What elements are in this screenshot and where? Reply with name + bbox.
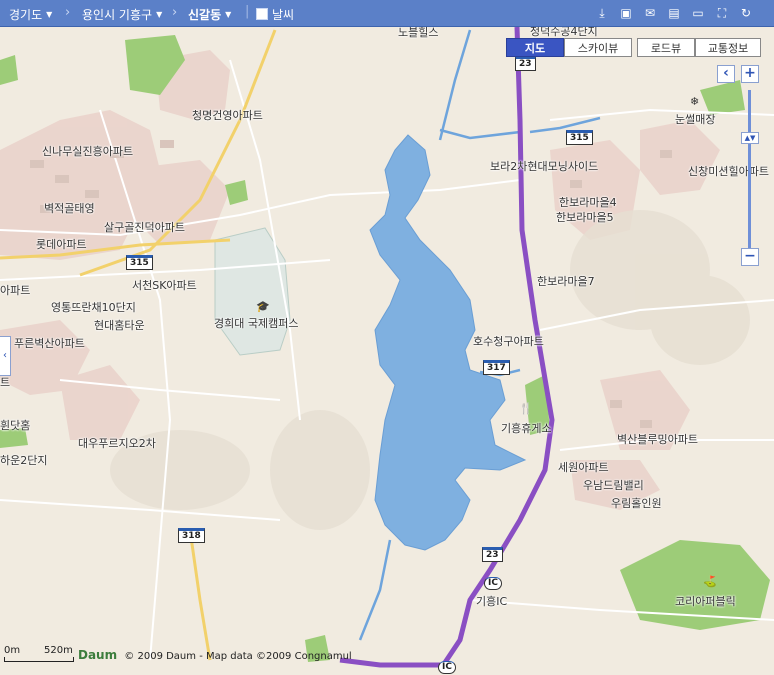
map-canvas[interactable]: 노블힐스 청덕수공4단지 청명건영아파트 신나무실진흥아파트 벽적골태영 살구골… [0, 27, 774, 675]
map-label: 호수청구아파트 [473, 335, 544, 348]
route-shield: 23 [482, 547, 503, 562]
mail-icon[interactable]: ✉ [643, 6, 657, 20]
interchange-icon: IC [438, 661, 456, 674]
ski-icon: ❄ [690, 95, 700, 108]
chevron-left-icon: ‹ [3, 350, 7, 361]
daum-logo[interactable]: Daum [78, 648, 117, 662]
pan-left-icon[interactable]: ‹ [717, 65, 735, 83]
map-label: 살구골진덕아파트 [104, 221, 185, 234]
map-label: 청명건영아파트 [192, 109, 263, 122]
map-label: 보라2차현대모닝사이드 [490, 160, 599, 173]
divider: | [245, 4, 250, 19]
route-shield: 23 [515, 56, 536, 71]
map-graphics [0, 27, 774, 675]
map-label: 서천SK아파트 [132, 279, 197, 292]
map-label: 눈썰매장 [675, 113, 716, 126]
golf-icon: ⛳ [703, 575, 717, 588]
refresh-icon[interactable]: ↻ [739, 6, 753, 20]
breadcrumb-province[interactable]: 경기도 ▼ [9, 6, 52, 23]
map-label: 한보라마을4 [559, 196, 617, 209]
print-icon[interactable]: ▤ [667, 6, 681, 20]
map-label: 세원아파트 [558, 461, 609, 474]
chevron-down-icon: ▼ [46, 10, 53, 19]
map-label: 트 [0, 376, 11, 389]
map-label: 푸른벽산아파트 [14, 337, 85, 350]
map-label: 우남드림밸리 [583, 479, 644, 492]
interchange-icon: IC [484, 577, 502, 590]
map-label: 우림홀인원 [611, 497, 662, 510]
map-label: 하운2단지 [0, 454, 48, 467]
map-label: 롯데아파트 [36, 238, 87, 251]
breadcrumb-city[interactable]: 용인시 기흥구 ▼ [82, 6, 162, 23]
ruler-icon[interactable]: ▭ [691, 6, 705, 20]
map-label: 휜닷홈 [0, 419, 31, 432]
weather-checkbox[interactable] [256, 8, 268, 20]
scale-start: 0m [4, 645, 21, 656]
route-shield: 315 [126, 255, 153, 270]
side-panel-toggle[interactable]: ‹ [0, 336, 11, 376]
weather-label: 날씨 [272, 8, 295, 22]
copyright: Daum © 2009 Daum - Map data ©2009 Congna… [78, 648, 352, 662]
top-bar: 경기도 ▼ › 용인시 기흥구 ▼ › 신갈동 ▼ | 날씨 ⤓ ▣ ✉ ▤ ▭ ⛶ … [0, 0, 774, 27]
map-label: 영통뜨란채10단지 [51, 301, 136, 314]
map-label: 벽산블루밍아파트 [617, 433, 698, 446]
map-label: 노블힐스 [398, 27, 439, 39]
breadcrumb-dong-label: 신갈동 [188, 8, 222, 22]
route-shield: 318 [178, 528, 205, 543]
zoom-slider-track[interactable] [748, 90, 751, 250]
breadcrumb-separator-icon: › [172, 5, 178, 20]
breadcrumb-city-label: 용인시 기흥구 [82, 8, 153, 22]
breadcrumb-dong[interactable]: 신갈동 ▼ [188, 6, 231, 23]
zoom-in-button[interactable]: + [741, 65, 759, 83]
traffic-button[interactable]: 교통정보 [695, 38, 761, 57]
map-label: 신창미션힐아파트 [688, 165, 769, 178]
map-label: 벽적골태영 [44, 202, 95, 215]
route-shield: 317 [483, 360, 510, 375]
map-label: 현대홈타운 [94, 319, 145, 332]
scale-end: 520m [44, 645, 73, 656]
scale-line [4, 657, 74, 662]
route-shield: 315 [566, 130, 593, 145]
copyright-text: © 2009 Daum - Map data ©2009 Congnamul [124, 651, 352, 662]
map-label: 기흥IC [476, 595, 508, 608]
restaurant-icon: 🍴 [519, 402, 533, 415]
breadcrumb-separator-icon: › [65, 5, 71, 20]
map-label: 신나무실진흥아파트 [42, 145, 134, 158]
map-label: 한보라마을5 [556, 211, 614, 224]
save-icon[interactable]: ▣ [619, 6, 633, 20]
download-icon[interactable]: ⤓ [595, 6, 609, 20]
zoom-out-button[interactable]: − [741, 248, 759, 266]
breadcrumb-province-label: 경기도 [9, 8, 43, 22]
map-label: 한보라마을7 [537, 275, 595, 288]
map-label: 코리아퍼블릭 [675, 595, 736, 608]
roadview-button[interactable]: 로드뷰 [637, 38, 695, 57]
map-label: 기흥휴게소 [501, 422, 552, 435]
university-icon: 🎓 [256, 300, 270, 313]
skyview-button[interactable]: 스카이뷰 [564, 38, 632, 57]
map-label: 경희대 국제캠퍼스 [214, 317, 299, 330]
map-label: 아파트 [0, 284, 31, 297]
map-view-button[interactable]: 지도 [506, 38, 564, 57]
scale-bar: 0m 520m [4, 645, 74, 662]
fullscreen-icon[interactable]: ⛶ [715, 6, 729, 20]
zoom-slider-handle[interactable]: ▲▼ [741, 132, 759, 144]
chevron-down-icon: ▼ [225, 10, 232, 19]
map-label: 대우푸르지오2차 [78, 437, 156, 450]
chevron-down-icon: ▼ [156, 10, 163, 19]
